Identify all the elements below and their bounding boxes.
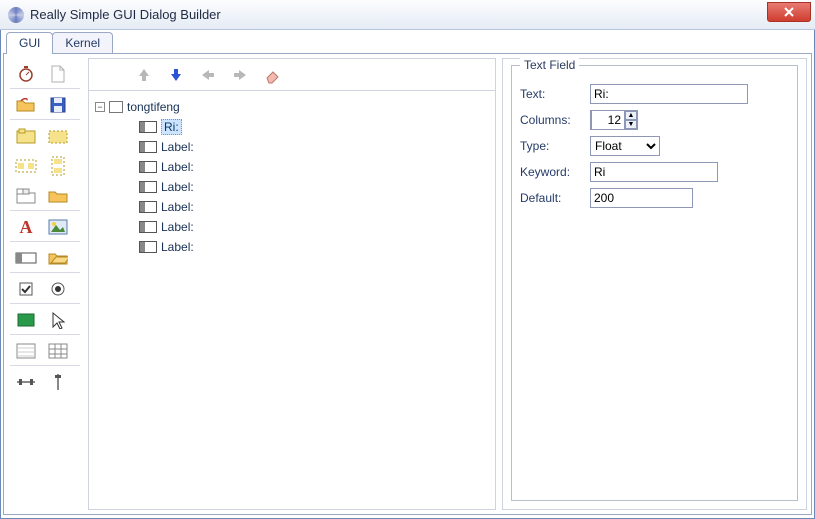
columns-down[interactable]: ▼	[625, 120, 637, 129]
tree-item[interactable]: Ri:	[95, 117, 489, 137]
tree-panel: − tongtifeng Ri: Label: Label: Label: Label:…	[88, 58, 496, 510]
window-title: Really Simple GUI Dialog Builder	[30, 7, 221, 22]
tree-item-label: Label:	[161, 140, 194, 154]
widget-palette: A	[8, 58, 82, 510]
move-right-button[interactable]	[229, 64, 251, 86]
tab-content: A	[3, 53, 812, 515]
default-label: Default:	[520, 191, 584, 205]
tree-item-label: Label:	[161, 240, 194, 254]
tree-item-label: Label:	[161, 160, 194, 174]
type-select[interactable]: FloatIntegerString	[590, 136, 660, 156]
tree-item[interactable]: Label:	[95, 217, 489, 237]
tab-kernel[interactable]: Kernel	[52, 32, 113, 54]
root-icon	[109, 101, 123, 113]
field-icon	[139, 221, 157, 233]
columns-label: Columns:	[520, 113, 584, 127]
move-left-button[interactable]	[197, 64, 219, 86]
palette-stopwatch-icon[interactable]	[12, 63, 40, 85]
tab-strip: GUI Kernel	[3, 32, 812, 54]
app-icon	[8, 7, 24, 23]
palette-textfield-icon[interactable]	[12, 247, 40, 269]
move-up-button[interactable]	[133, 64, 155, 86]
tree-collapse-icon[interactable]: −	[95, 102, 105, 112]
columns-value[interactable]	[591, 110, 625, 130]
field-icon	[139, 141, 157, 153]
field-icon	[139, 201, 157, 213]
tree-item-label: Label:	[161, 220, 194, 234]
palette-table-icon[interactable]	[44, 340, 72, 362]
type-label: Type:	[520, 139, 584, 153]
tree-root[interactable]: − tongtifeng	[95, 97, 489, 117]
palette-cursor-icon[interactable]	[44, 309, 72, 331]
text-label: Text:	[520, 87, 584, 101]
tree-item[interactable]: Label:	[95, 177, 489, 197]
field-icon	[139, 181, 157, 193]
palette-text-a-icon[interactable]: A	[12, 216, 40, 238]
eraser-button[interactable]	[261, 64, 283, 86]
tree-item-label: Label:	[161, 180, 194, 194]
field-icon	[139, 241, 157, 253]
titlebar: Really Simple GUI Dialog Builder	[0, 0, 815, 30]
palette-openfolder-icon[interactable]	[12, 94, 40, 116]
palette-fileopen-icon[interactable]	[44, 247, 72, 269]
palette-radio-icon[interactable]	[44, 278, 72, 300]
move-down-button[interactable]	[165, 64, 187, 86]
tree-item[interactable]: Label:	[95, 197, 489, 217]
text-input[interactable]	[590, 84, 748, 104]
tree-item[interactable]: Label:	[95, 157, 489, 177]
close-button[interactable]	[767, 2, 811, 22]
tree-item-label: Label:	[161, 200, 194, 214]
tab-gui[interactable]: GUI	[6, 32, 53, 54]
property-panel: Text Field Text: Columns: ▲ ▼	[502, 58, 807, 510]
palette-colorbox-icon[interactable]	[12, 309, 40, 331]
columns-up[interactable]: ▲	[625, 111, 637, 120]
default-input[interactable]	[590, 188, 693, 208]
field-icon	[139, 161, 157, 173]
tree-item[interactable]: Label:	[95, 237, 489, 257]
field-icon	[139, 121, 157, 133]
tree-area[interactable]: − tongtifeng Ri: Label: Label: Label: Label:…	[89, 91, 495, 509]
palette-listbox-icon[interactable]	[12, 340, 40, 362]
tree-item[interactable]: Label:	[95, 137, 489, 157]
keyword-input[interactable]	[590, 162, 718, 182]
palette-groupbox-dashed-icon[interactable]	[44, 125, 72, 147]
property-group-title: Text Field	[520, 58, 579, 72]
tree-item-label: Ri:	[161, 119, 182, 135]
keyword-label: Keyword:	[520, 165, 584, 179]
layout-toolbar	[89, 59, 495, 91]
palette-checkbox-icon[interactable]	[12, 278, 40, 300]
palette-vslider-icon[interactable]	[44, 371, 72, 393]
palette-save-icon[interactable]	[44, 94, 72, 116]
palette-image-icon[interactable]	[44, 216, 72, 238]
palette-folder-icon[interactable]	[44, 185, 72, 207]
palette-vframe-dashed-icon[interactable]	[44, 155, 72, 177]
palette-hslider-icon[interactable]	[12, 371, 40, 393]
close-icon	[783, 7, 795, 17]
palette-tab-icon[interactable]	[12, 185, 40, 207]
tree-root-label: tongtifeng	[127, 100, 180, 114]
palette-hframe-dashed-icon[interactable]	[12, 155, 40, 177]
palette-newfile-icon[interactable]	[44, 63, 72, 85]
palette-groupbox-icon[interactable]	[12, 125, 40, 147]
columns-spinner[interactable]: ▲ ▼	[590, 110, 638, 130]
